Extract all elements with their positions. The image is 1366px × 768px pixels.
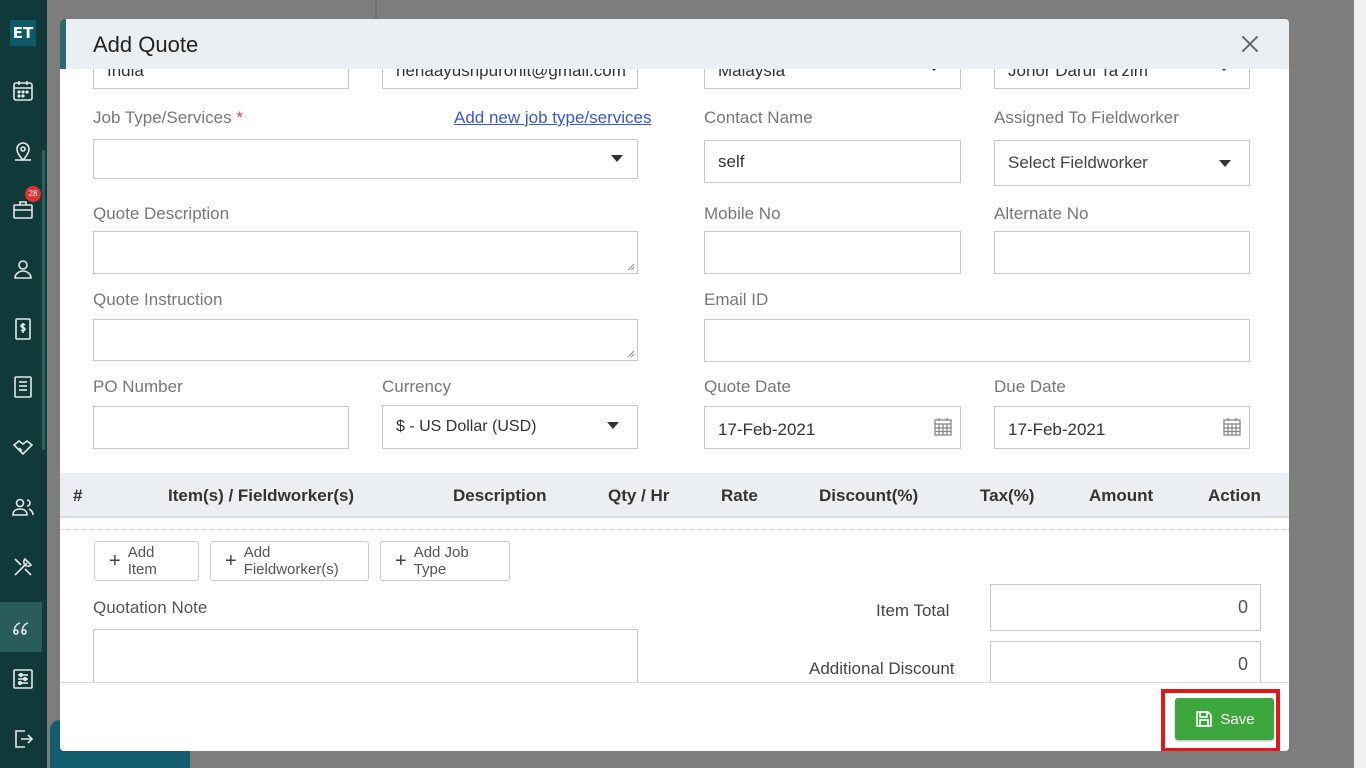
add-fieldworker-button[interactable]: + Add Fieldworker(s): [210, 541, 369, 581]
mobile-no-label: Mobile No: [704, 204, 781, 223]
contact-name-value: self: [718, 152, 745, 171]
sidebar-scrollbar[interactable]: [42, 150, 45, 450]
quote-date-value: 17-Feb-2021: [718, 420, 816, 439]
quotation-note-label: Quotation Note: [93, 598, 208, 617]
assigned-fieldworker-caret-icon: [1219, 160, 1231, 167]
column-header-qty: Qty / Hr: [608, 486, 670, 505]
additional-discount-label: Additional Discount: [809, 659, 955, 678]
page-scrollbar[interactable]: [1354, 0, 1366, 768]
calendar-icon[interactable]: [1222, 417, 1242, 437]
logout-icon[interactable]: [8, 724, 38, 754]
add-job-type-label: Add Job Type: [413, 544, 469, 578]
notification-badge: 28: [25, 186, 41, 202]
dollar-icon[interactable]: [8, 314, 38, 344]
close-icon[interactable]: [1237, 31, 1263, 57]
users-icon[interactable]: [8, 492, 38, 522]
column-header-description: Description: [453, 486, 547, 505]
item-total-input[interactable]: 0: [990, 584, 1261, 631]
po-number-input[interactable]: [93, 406, 349, 449]
plus-icon: +: [395, 549, 407, 572]
job-type-label: Job Type/Services *: [93, 108, 243, 127]
sidebar: ET 28: [0, 0, 47, 768]
column-header-items: Item(s) / Fieldworker(s): [168, 486, 355, 505]
modal-title: Add Quote: [93, 32, 199, 57]
add-quote-modal: India nehaayushpurohit@gmail.com Malaysi…: [60, 19, 1289, 751]
add-item-label: Add Item: [127, 544, 157, 578]
contact-name-input[interactable]: self: [704, 140, 961, 183]
additional-discount-value: 0: [1237, 654, 1248, 674]
email-id-input[interactable]: [704, 319, 1250, 362]
quote-instruction-label: Quote Instruction: [93, 290, 223, 309]
contact-name-label: Contact Name: [704, 108, 813, 127]
currency-select[interactable]: $ - US Dollar (USD): [382, 405, 638, 449]
save-button-label: Save: [1220, 710, 1255, 728]
job-type-select[interactable]: [93, 139, 638, 179]
tools-icon[interactable]: [8, 552, 38, 582]
quote-date-label: Quote Date: [704, 377, 791, 396]
background-divider: [375, 0, 377, 20]
email-id-label: Email ID: [704, 290, 769, 309]
modal-header: Add Quote: [60, 19, 1289, 69]
settings-sliders-icon[interactable]: [8, 664, 38, 694]
column-header-discount: Discount(%): [819, 486, 919, 505]
calendar-icon[interactable]: [8, 76, 38, 106]
resize-handle-icon[interactable]: [627, 263, 635, 271]
assigned-fieldworker-select[interactable]: Select Fieldworker: [994, 140, 1250, 186]
quote-date-input[interactable]: 17-Feb-2021: [704, 406, 961, 449]
quotation-note-textarea[interactable]: [93, 629, 638, 689]
job-type-caret-icon: [611, 155, 623, 162]
column-header-number: #: [73, 486, 83, 505]
quote-description-textarea[interactable]: [93, 231, 638, 274]
save-button[interactable]: Save: [1175, 698, 1274, 740]
currency-caret-icon: [607, 422, 619, 429]
add-job-type-link[interactable]: Add new job type/services: [454, 108, 652, 128]
resize-handle-icon[interactable]: [627, 350, 635, 358]
table-divider: [60, 529, 1289, 530]
plus-icon: +: [225, 549, 237, 572]
app-logo: ET: [10, 20, 36, 46]
column-header-amount: Amount: [1089, 486, 1154, 505]
due-date-value: 17-Feb-2021: [1008, 420, 1106, 439]
quotes-icon[interactable]: [0, 602, 42, 652]
calendar-icon[interactable]: [933, 417, 953, 437]
po-number-label: PO Number: [93, 377, 183, 396]
modal-footer: [60, 682, 1289, 751]
column-header-action: Action: [1208, 486, 1261, 505]
add-fieldworker-label: Add Fieldworker(s): [243, 544, 339, 578]
column-header-tax: Tax(%): [980, 486, 1035, 505]
additional-discount-input[interactable]: 0: [990, 641, 1261, 688]
due-date-input[interactable]: 17-Feb-2021: [994, 406, 1250, 449]
quote-description-label: Quote Description: [93, 204, 230, 223]
user-icon[interactable]: [8, 254, 38, 284]
add-job-type-button[interactable]: + Add Job Type: [380, 541, 510, 581]
save-disk-icon: [1196, 711, 1213, 727]
quote-instruction-textarea[interactable]: [93, 319, 638, 361]
alternate-no-input[interactable]: [994, 231, 1250, 274]
currency-value: $ - US Dollar (USD): [396, 418, 537, 435]
item-total-value: 0: [1237, 597, 1248, 617]
due-date-label: Due Date: [994, 377, 1066, 396]
plus-icon: +: [109, 549, 121, 572]
column-header-rate: Rate: [721, 486, 758, 505]
assigned-to-label: Assigned To Fieldworker: [994, 108, 1179, 127]
list-icon[interactable]: [8, 372, 38, 402]
alternate-no-label: Alternate No: [994, 204, 1089, 223]
items-table-header: # Item(s) / Fieldworker(s) Description Q…: [60, 473, 1289, 518]
assigned-fieldworker-placeholder: Select Fieldworker: [1008, 153, 1148, 172]
item-total-label: Item Total: [876, 601, 950, 620]
map-pin-icon[interactable]: [8, 136, 38, 166]
mobile-no-input[interactable]: [704, 231, 961, 274]
currency-label: Currency: [382, 377, 451, 396]
add-item-button[interactable]: + Add Item: [94, 541, 199, 581]
handshake-icon[interactable]: [8, 432, 38, 462]
